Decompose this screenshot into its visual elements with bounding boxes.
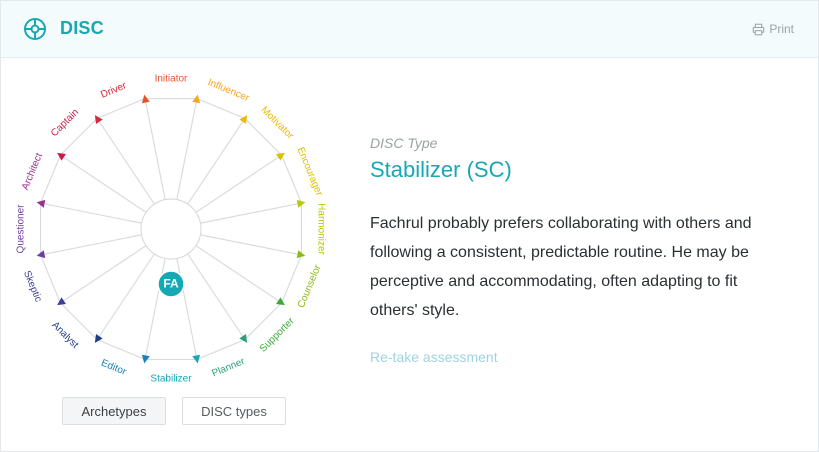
user-avatar-badge[interactable]: FA — [157, 270, 185, 298]
wheel-spoke — [40, 202, 142, 224]
wheel-spoke — [176, 98, 198, 200]
archetype-label-editor: Editor — [99, 358, 128, 378]
card-header: DISC Print — [1, 1, 818, 58]
wheel-spoke — [40, 234, 142, 256]
wheel-spoke — [195, 245, 282, 304]
print-label: Print — [769, 22, 794, 36]
archetype-label-skeptic: Skeptic — [21, 269, 44, 304]
archetype-label-counselor: Counselor — [296, 263, 324, 310]
archetype-label-stabilizer: Stabilizer — [150, 374, 192, 385]
archetype-wheel: Initiator Influencer Motivator Encourager Ha… — [16, 74, 327, 385]
disc-types-tab-button[interactable]: DISC types — [182, 397, 286, 425]
archetype-label-driver: Driver — [99, 80, 128, 101]
wheel-spoke — [60, 154, 147, 213]
archetype-label-harmonizer: Harmonizer — [315, 203, 326, 255]
wheel-spoke — [187, 253, 246, 340]
archetype-label-motivator: Motivator — [259, 105, 296, 142]
wheel-spoke — [96, 118, 155, 205]
disc-compass-icon — [24, 18, 46, 40]
archetype-label-captain: Captain — [49, 107, 81, 139]
user-initials: FA — [163, 277, 179, 291]
disc-type-value: Stabilizer (SC) — [370, 157, 512, 182]
archetype-label-analyst: Analyst — [49, 320, 80, 351]
wheel-center — [140, 198, 202, 260]
archetype-label-planner: Planner — [210, 356, 247, 380]
archetype-label-questioner: Questioner — [16, 204, 27, 254]
disc-card: DISC Print Initiator Influencer Motivator E… — [0, 0, 819, 452]
wheel-spoke — [60, 245, 147, 304]
archetype-label-initiator: Initiator — [155, 74, 188, 85]
archetypes-tab-button[interactable]: Archetypes — [62, 397, 166, 425]
archetype-label-architect: Architect — [20, 151, 45, 191]
wheel-spoke — [200, 202, 302, 224]
page-title: DISC — [60, 18, 104, 38]
archetype-label-influencer: Influencer — [206, 77, 251, 104]
printer-icon — [753, 23, 765, 35]
retake-assessment-link[interactable]: Re-take assessment — [370, 349, 498, 365]
archetype-label-encourager: Encourager — [294, 146, 324, 199]
wheel-spoke — [195, 154, 282, 213]
wheel-spoke — [144, 98, 166, 200]
wheel-spoke — [200, 234, 302, 256]
wheel-spoke — [96, 253, 155, 340]
disc-type-label: DISC Type — [370, 135, 438, 151]
print-button[interactable]: Print — [752, 22, 794, 36]
disc-description: Fachrul probably prefers collaborating w… — [370, 215, 752, 319]
wheel-spoke — [187, 118, 246, 205]
